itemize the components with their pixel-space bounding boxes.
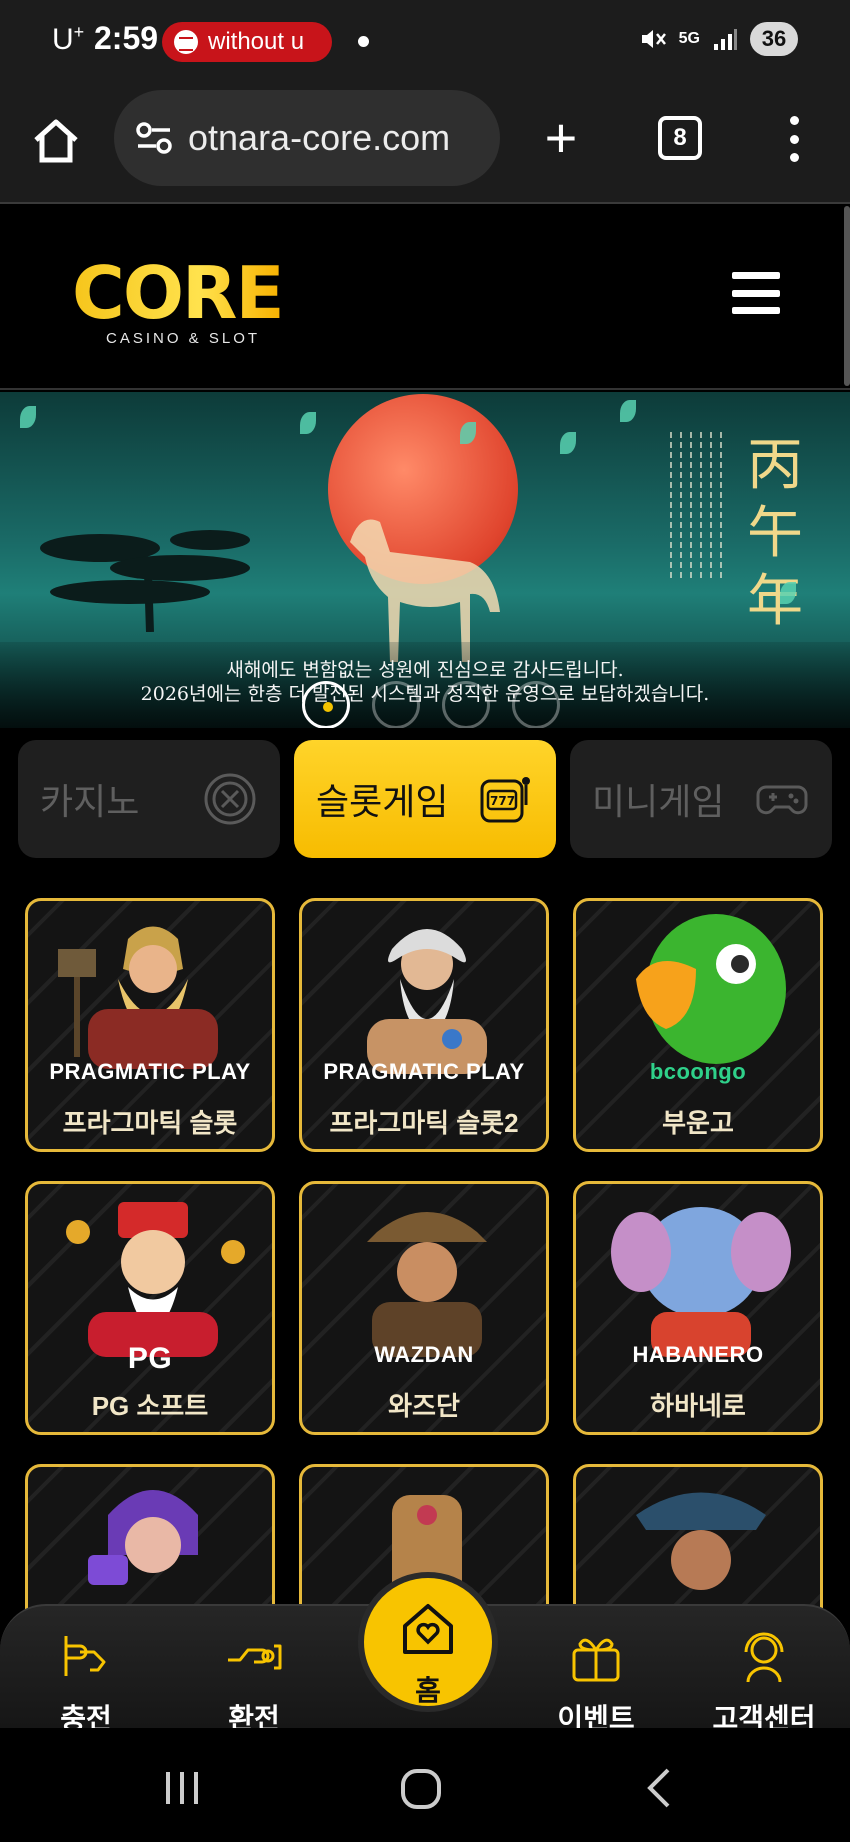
notification-dot-icon bbox=[358, 36, 369, 47]
game-card-title: 프라그마틱 슬롯2 bbox=[329, 1108, 519, 1138]
viking-character-art bbox=[58, 926, 218, 1069]
leaf-decoration bbox=[300, 412, 316, 434]
provider-logo-text: PRAGMATIC PLAY bbox=[323, 1059, 525, 1084]
gift-icon bbox=[572, 1638, 620, 1682]
address-bar[interactable]: otnara-core.com bbox=[114, 90, 500, 186]
fortune-god-character-art bbox=[66, 1202, 245, 1357]
promo-banner[interactable]: 丙午年 새해에도 변함없는 성원에 진심으로 감사드립니다. 2026년에는 한… bbox=[0, 392, 850, 728]
vertical-poem-text bbox=[670, 432, 730, 612]
android-navigation-bar bbox=[0, 1728, 850, 1842]
carousel-dot[interactable] bbox=[302, 681, 350, 728]
network-type: 5G bbox=[678, 30, 700, 47]
media-pill[interactable]: without u bbox=[162, 22, 332, 62]
zeus-character-art bbox=[367, 929, 487, 1074]
slot-machine-icon: 777 bbox=[480, 777, 530, 823]
leaf-decoration bbox=[20, 406, 36, 428]
leaf-decoration bbox=[560, 432, 576, 454]
status-bar: U+ 2:59 without u 5G 36 bbox=[0, 0, 850, 84]
media-pill-label: without u bbox=[208, 28, 305, 55]
spotify-icon bbox=[174, 30, 198, 54]
clock: 2:59 bbox=[94, 20, 159, 56]
svg-text:777: 777 bbox=[490, 794, 515, 808]
nav-event[interactable]: 이벤트 bbox=[536, 1626, 656, 1737]
carrier-plus: + bbox=[73, 22, 85, 42]
game-card-title: 부운고 bbox=[662, 1108, 734, 1138]
game-card-pragmatic[interactable]: PRAGMATIC PLAY 프라그마틱 슬롯 bbox=[25, 898, 275, 1152]
game-card-pragmatic-2[interactable]: PRAGMATIC PLAY 프라그마틱 슬롯2 bbox=[299, 898, 549, 1152]
tab-mini-games-label: 미니게임 bbox=[592, 781, 725, 822]
page-scrollbar[interactable] bbox=[844, 206, 850, 386]
withdraw-icon bbox=[228, 1644, 282, 1670]
back-icon[interactable] bbox=[644, 1766, 674, 1810]
tab-switcher-button[interactable]: 8 bbox=[658, 116, 702, 160]
leaf-decoration bbox=[620, 400, 636, 422]
game-card-habanero[interactable]: HABANERO 하바네로 bbox=[573, 1181, 823, 1435]
system-icons: 5G 36 bbox=[639, 22, 798, 56]
battery-indicator: 36 bbox=[750, 22, 798, 56]
provider-logo-text: PG bbox=[127, 1342, 173, 1375]
nav-withdraw[interactable]: 환전 bbox=[194, 1626, 314, 1737]
carrier-label: U+ bbox=[52, 22, 84, 57]
roulette-icon bbox=[204, 773, 256, 825]
pine-tree-graphic bbox=[40, 530, 250, 632]
carrier-text: U bbox=[52, 23, 74, 56]
home-icon[interactable] bbox=[30, 114, 82, 166]
logo-subtitle: CASINO & SLOT bbox=[106, 330, 261, 347]
home-heart-icon bbox=[403, 1604, 453, 1654]
recent-apps-icon[interactable] bbox=[162, 1768, 202, 1808]
tab-casino-label: 카지노 bbox=[40, 781, 140, 822]
carousel-dot[interactable] bbox=[512, 681, 560, 728]
game-card-booongo[interactable]: bcoongo 부운고 bbox=[573, 898, 823, 1152]
carousel-dot[interactable] bbox=[372, 681, 420, 728]
year-hanja: 丙午年 bbox=[747, 433, 803, 634]
tab-slot-games[interactable]: 슬롯게임 777 bbox=[294, 740, 556, 858]
game-card-wazdan[interactable]: WAZDAN 와즈단 bbox=[299, 1181, 549, 1435]
signal-icon bbox=[714, 29, 737, 50]
gamepad-icon bbox=[756, 785, 808, 815]
mute-icon bbox=[641, 30, 666, 48]
banner-message-line1: 새해에도 변함없는 성원에 진심으로 감사드립니다. bbox=[226, 659, 624, 681]
nav-deposit[interactable]: 충전 bbox=[26, 1626, 146, 1737]
logo-wordmark: CORE bbox=[72, 251, 285, 335]
provider-logo-text: PRAGMATIC PLAY bbox=[49, 1059, 251, 1084]
hamburger-menu-icon[interactable] bbox=[732, 272, 780, 314]
game-card-title: 프라그마틱 슬롯 bbox=[62, 1108, 238, 1138]
adventurer-character-art bbox=[367, 1212, 487, 1357]
nav-support[interactable]: 고객센터 bbox=[704, 1626, 824, 1737]
carousel-dot[interactable] bbox=[442, 681, 490, 728]
category-tabs: 카지노 슬롯게임 777 미니게임 bbox=[18, 740, 832, 858]
elephant-character-art bbox=[611, 1207, 791, 1357]
site-settings-icon[interactable] bbox=[134, 118, 174, 158]
new-tab-plus-icon[interactable]: + bbox=[536, 110, 586, 166]
nav-home-button[interactable]: 홈 bbox=[358, 1572, 498, 1712]
provider-logo-text: HABANERO bbox=[632, 1342, 764, 1367]
carousel-dots bbox=[302, 681, 560, 728]
tab-slot-games-label: 슬롯게임 bbox=[316, 781, 449, 822]
game-card-pg-soft[interactable]: PG PG 소프트 bbox=[25, 1181, 275, 1435]
game-card-title: PG 소프트 bbox=[91, 1391, 209, 1421]
tab-casino[interactable]: 카지노 bbox=[18, 740, 280, 858]
browser-toolbar: otnara-core.com + 8 bbox=[0, 84, 850, 204]
game-card-title: 하바네로 bbox=[650, 1391, 746, 1421]
android-home-icon[interactable] bbox=[400, 1768, 442, 1810]
provider-logo-text: bcoongo bbox=[649, 1059, 747, 1084]
game-card-title: 와즈단 bbox=[388, 1391, 460, 1421]
site-header: CORE CASINO & SLOT bbox=[0, 206, 850, 390]
deposit-icon bbox=[64, 1636, 106, 1676]
tab-mini-games[interactable]: 미니게임 bbox=[570, 740, 832, 858]
headset-icon bbox=[744, 1632, 784, 1683]
nav-home-label: 홈 bbox=[415, 1675, 441, 1706]
more-menu-icon[interactable] bbox=[784, 116, 804, 162]
parrot-character-art bbox=[636, 914, 786, 1064]
provider-logo-text: WAZDAN bbox=[374, 1342, 474, 1367]
core-logo[interactable]: CORE CASINO & SLOT bbox=[72, 251, 285, 347]
url-text: otnara-core.com bbox=[188, 117, 451, 158]
